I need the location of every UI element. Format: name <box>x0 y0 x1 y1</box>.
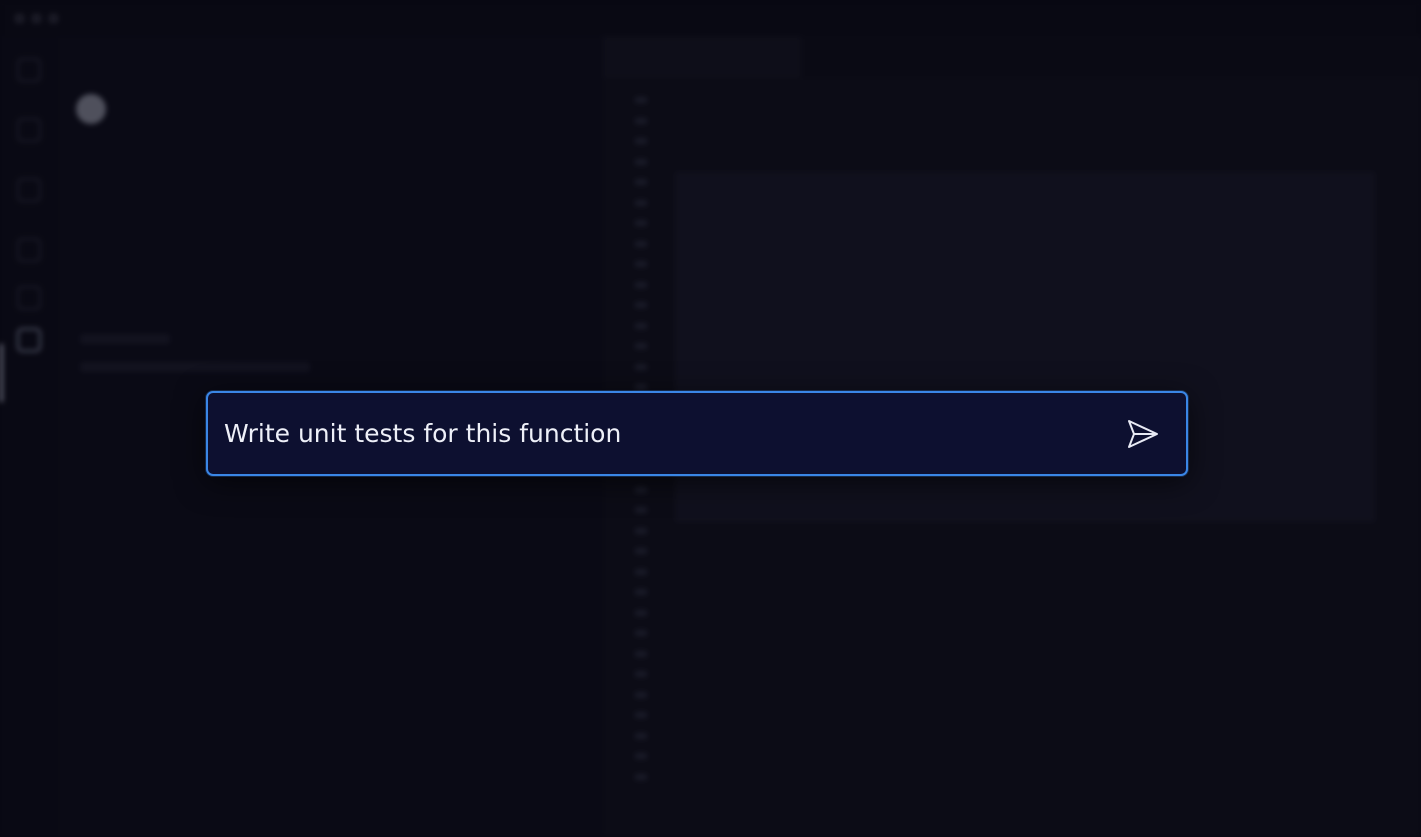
line-number <box>603 336 647 357</box>
remote-icon <box>17 286 41 310</box>
window-zoom-dot <box>48 13 59 24</box>
window-close-dot <box>14 13 25 24</box>
line-number <box>603 685 647 706</box>
chat-prompt-input[interactable]: Write unit tests for this function <box>224 393 1104 474</box>
explorer-icon <box>17 58 41 82</box>
avatar <box>76 94 106 124</box>
line-number <box>603 234 647 255</box>
line-number <box>603 541 647 562</box>
line-number <box>603 664 647 685</box>
line-number <box>603 254 647 275</box>
line-number <box>603 726 647 747</box>
line-number <box>603 500 647 521</box>
app-window: Write unit tests for this function <box>0 0 1421 837</box>
line-number <box>603 767 647 788</box>
extensions-icon <box>17 238 41 262</box>
activity-bar <box>0 36 59 837</box>
chat-placeholder-line <box>80 362 310 372</box>
line-number <box>603 644 647 665</box>
line-number <box>603 746 647 767</box>
editor-tab <box>603 36 801 78</box>
chat-prompt-box[interactable]: Write unit tests for this function <box>206 391 1188 476</box>
line-number <box>603 172 647 193</box>
editor-tab <box>983 36 1153 78</box>
line-number <box>603 357 647 378</box>
line-number <box>603 90 647 111</box>
line-number <box>603 705 647 726</box>
line-number <box>603 316 647 337</box>
line-number <box>603 152 647 173</box>
line-number <box>603 213 647 234</box>
line-number <box>603 623 647 644</box>
line-number <box>603 295 647 316</box>
line-number <box>603 521 647 542</box>
send-icon <box>1128 420 1158 448</box>
editor-tabs <box>603 36 1421 78</box>
line-number <box>603 480 647 501</box>
line-number <box>603 582 647 603</box>
line-number <box>603 111 647 132</box>
line-number <box>603 275 647 296</box>
line-number <box>603 562 647 583</box>
line-number <box>603 131 647 152</box>
line-number <box>603 193 647 214</box>
search-icon <box>17 118 41 142</box>
send-button[interactable] <box>1124 415 1162 453</box>
chat-placeholder-line <box>80 334 170 344</box>
code-lines <box>675 90 863 603</box>
source-control-icon <box>17 178 41 202</box>
chat-icon <box>17 328 41 352</box>
window-minimize-dot <box>31 13 42 24</box>
line-number <box>603 603 647 624</box>
active-view-indicator <box>0 344 3 402</box>
editor-tab <box>813 36 973 78</box>
title-bar <box>0 0 1421 36</box>
